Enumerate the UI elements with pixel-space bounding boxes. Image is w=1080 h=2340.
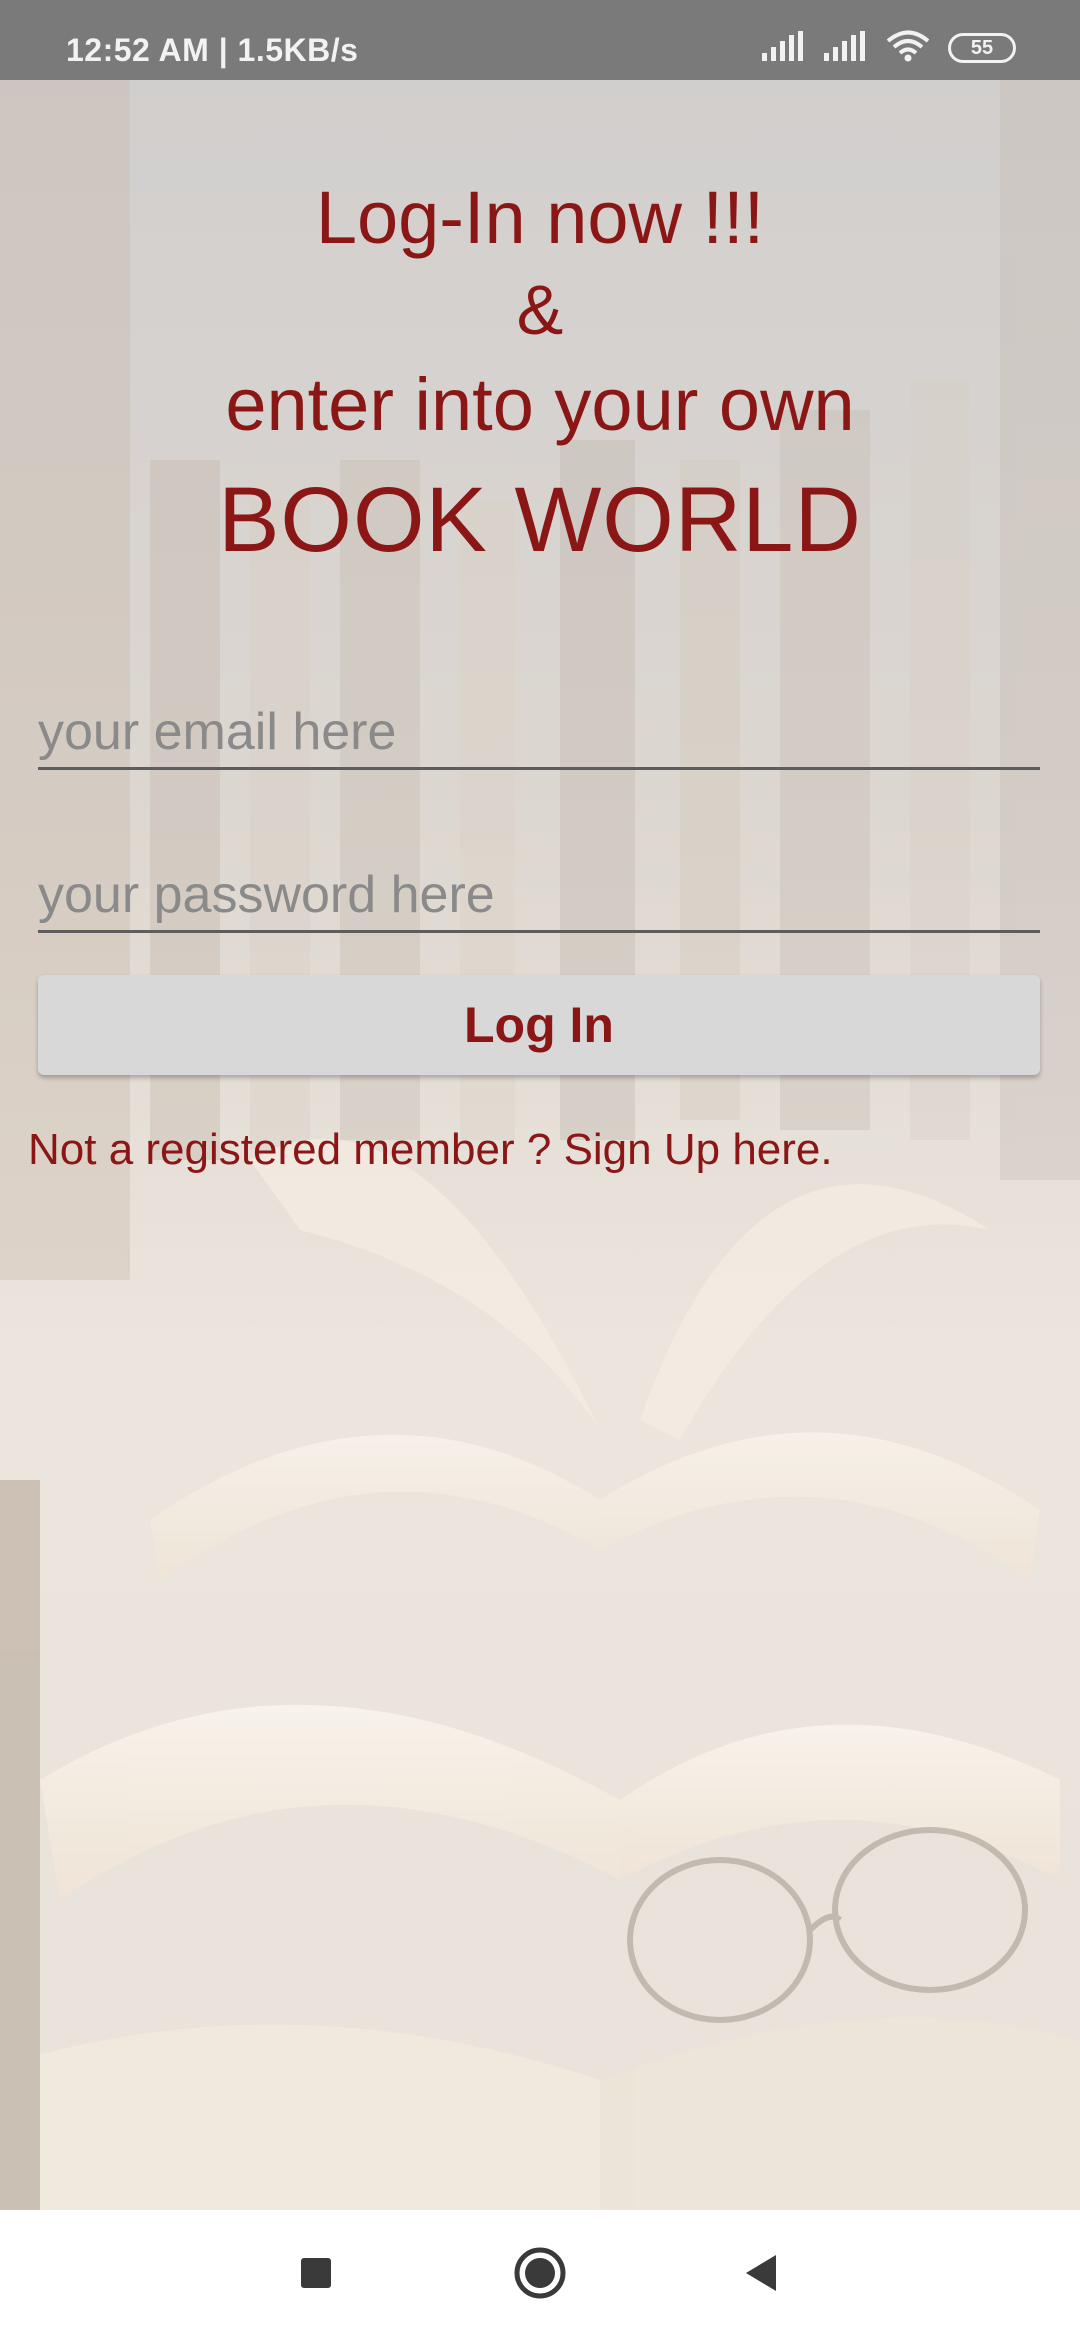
login-button[interactable]: Log In (38, 975, 1040, 1075)
status-bar: 12:52 AM | 1.5KB/s 55 (0, 0, 1080, 80)
signal-icon (762, 30, 806, 66)
app-title: BOOK WORLD (218, 469, 862, 571)
password-input[interactable] (38, 860, 1040, 930)
headline-line-1: Log-In now !!! (315, 176, 765, 259)
email-input[interactable] (38, 697, 1040, 767)
signup-link[interactable]: Not a registered member ? Sign Up here. (28, 1125, 833, 1175)
recents-icon (299, 2256, 333, 2295)
battery-icon: 55 (948, 33, 1016, 63)
wifi-icon (886, 30, 930, 67)
status-time: 12:52 AM | 1.5KB/s (66, 32, 359, 68)
headline-line-2: & (516, 271, 564, 349)
signal-icon (824, 30, 868, 66)
back-button[interactable] (730, 2245, 790, 2305)
status-icons: 55 (762, 30, 1016, 66)
password-field-container (38, 860, 1040, 933)
navigation-bar (0, 2210, 1080, 2340)
back-icon (740, 2251, 780, 2300)
email-field-container (38, 697, 1040, 770)
headline-line-3: enter into your own (225, 363, 855, 446)
recents-button[interactable] (286, 2245, 346, 2305)
login-form-area: Log-In now !!! & enter into your own BOO… (0, 80, 1080, 2210)
home-icon (513, 2246, 567, 2305)
home-button[interactable] (510, 2245, 570, 2305)
login-screen: 12:52 AM | 1.5KB/s 55 Log-In now !!! & e… (0, 0, 1080, 2340)
